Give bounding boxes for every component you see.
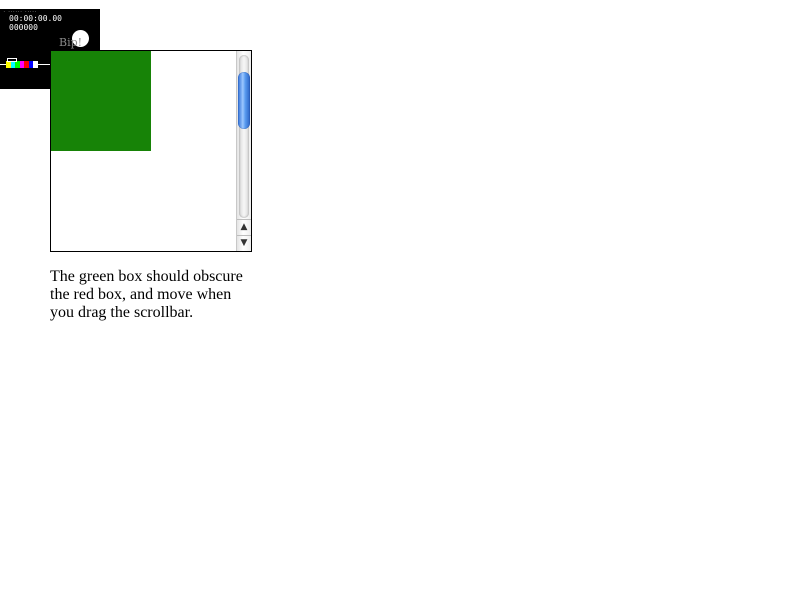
video-control-icon [7, 58, 17, 62]
color-bars [6, 61, 39, 68]
scrollbar-thumb[interactable] [238, 72, 250, 129]
scroll-container[interactable]: ▲ ▼ [50, 50, 252, 252]
scroll-down-arrow-icon[interactable]: ▼ [237, 235, 251, 250]
green-box [51, 51, 151, 151]
scroll-content [51, 51, 236, 251]
bip-label: Bip! [59, 36, 83, 49]
vertical-scrollbar[interactable]: ▲ ▼ [236, 51, 251, 251]
timecode-text: 00:00:00.00 [9, 14, 62, 23]
scroll-up-arrow-icon[interactable]: ▲ [237, 219, 251, 234]
frame-counter: 000000 [9, 23, 38, 32]
color-bar [33, 61, 39, 68]
video-timecode: 00:00:00.00 000000 [9, 14, 62, 32]
instruction-text: The green box should obscure the red box… [50, 268, 243, 321]
